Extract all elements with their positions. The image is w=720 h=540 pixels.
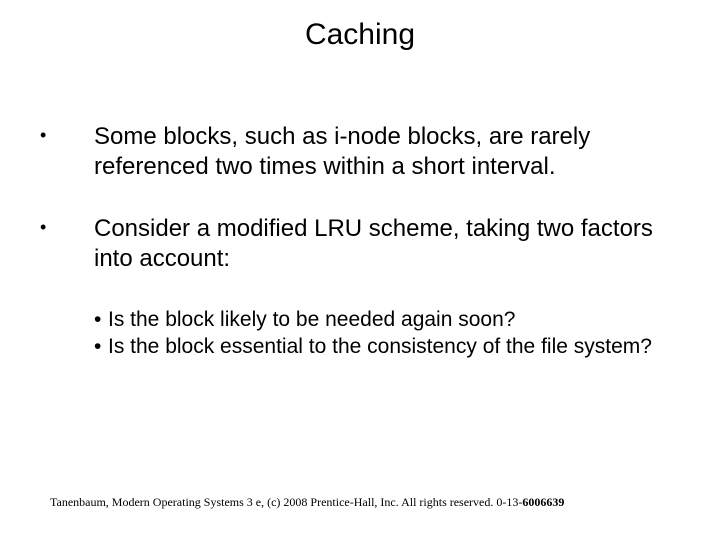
sub-bullet-group: • Is the block likely to be needed again…: [94, 306, 680, 361]
bullet-text: Consider a modified LRU scheme, taking t…: [94, 214, 680, 274]
bullet-dot-icon: •: [94, 333, 108, 360]
sub-bullet-text: Is the block likely to be needed again s…: [108, 306, 680, 333]
slide-title: Caching: [0, 18, 720, 52]
bullet-dot-icon: •: [94, 306, 108, 333]
slide-body: • Some blocks, such as i-node blocks, ar…: [40, 122, 680, 361]
slide: Caching • Some blocks, such as i-node bl…: [0, 0, 720, 540]
footer-text: Tanenbaum, Modern Operating Systems 3 e,…: [50, 495, 522, 509]
bullet-item: • Consider a modified LRU scheme, taking…: [40, 214, 680, 274]
bullet-dot-icon: •: [40, 122, 94, 147]
bullet-dot-icon: •: [40, 214, 94, 239]
sub-bullet-text: Is the block essential to the consistenc…: [108, 333, 680, 360]
bullet-item: • Some blocks, such as i-node blocks, ar…: [40, 122, 680, 182]
footer-isbn-tail: 6006639: [522, 495, 564, 509]
sub-bullet-item: • Is the block likely to be needed again…: [94, 306, 680, 333]
slide-footer: Tanenbaum, Modern Operating Systems 3 e,…: [50, 495, 564, 510]
sub-bullet-item: • Is the block essential to the consiste…: [94, 333, 680, 360]
bullet-text: Some blocks, such as i-node blocks, are …: [94, 122, 680, 182]
